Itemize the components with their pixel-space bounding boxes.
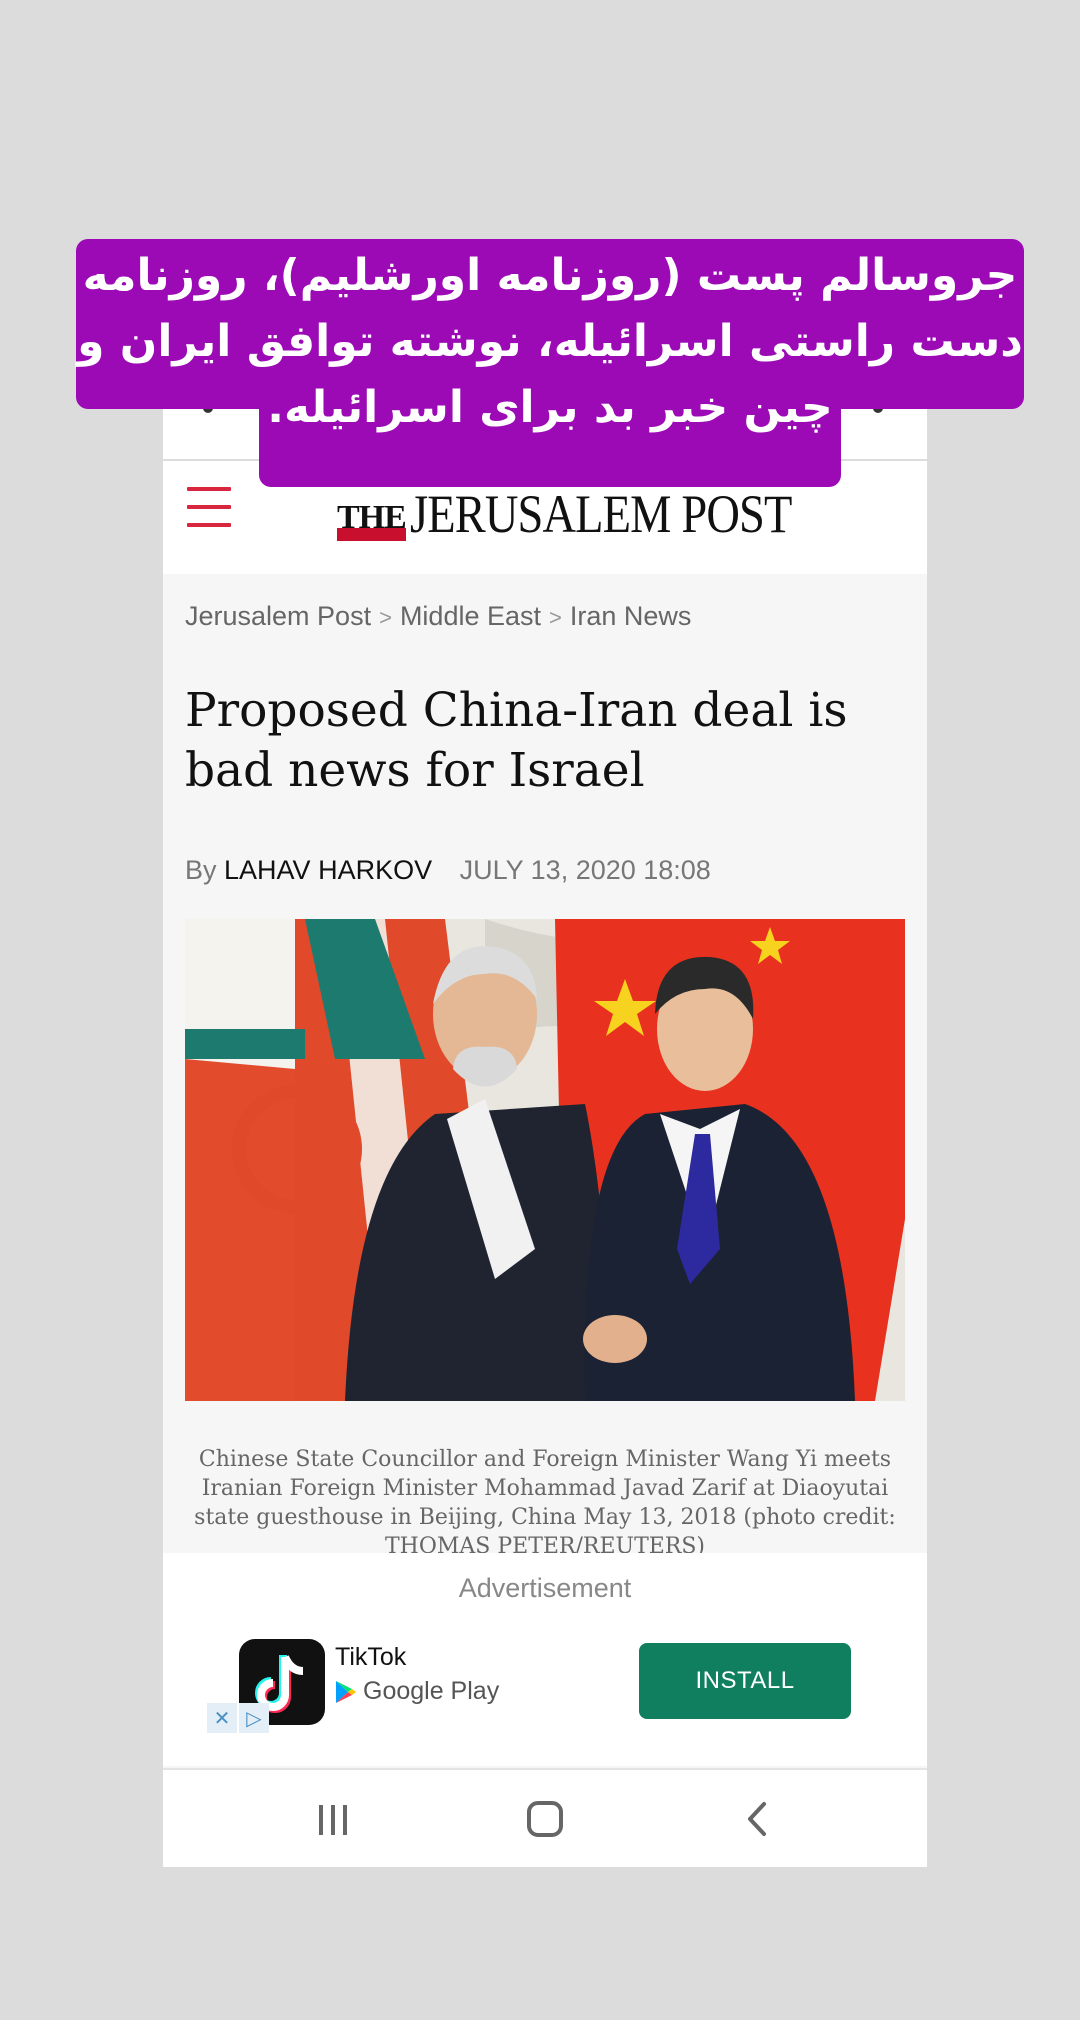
status-dot-icon bbox=[873, 403, 883, 413]
ad-store-label: Google Play bbox=[335, 1677, 499, 1706]
overlay-line-2: دست راستی اسرائیله، نوشته توافق ایران و bbox=[77, 316, 1023, 367]
breadcrumb-item-middle-east[interactable]: Middle East bbox=[400, 601, 541, 631]
logo-name: JERUSALEM POST bbox=[409, 484, 792, 544]
advertisement-label: Advertisement bbox=[458, 1573, 632, 1603]
hamburger-menu-icon[interactable] bbox=[187, 487, 231, 527]
ad-store-name: Google Play bbox=[363, 1677, 500, 1705]
site-logo[interactable]: THE JERUSALEM POST bbox=[337, 481, 853, 541]
author-link[interactable]: LAHAV HARKOV bbox=[224, 855, 432, 885]
site-header: THE JERUSALEM POST bbox=[163, 461, 927, 574]
home-icon[interactable] bbox=[515, 1794, 575, 1844]
google-play-icon bbox=[336, 1680, 356, 1703]
overlay-line-1: جروسالم پست (روزنامه اورشلیم)، روزنامه bbox=[82, 250, 1018, 301]
status-dot-icon bbox=[203, 403, 213, 413]
breadcrumb-item-iran-news[interactable]: Iran News bbox=[570, 601, 692, 631]
advertisement-area: Advertisement TikTok Google Play INSTALL… bbox=[163, 1553, 927, 1766]
close-icon[interactable]: ✕ bbox=[207, 1703, 237, 1733]
image-caption: Chinese State Councillor and Foreign Min… bbox=[194, 1447, 896, 1559]
status-bar bbox=[163, 393, 927, 461]
install-button[interactable]: INSTALL bbox=[639, 1643, 851, 1719]
chevron-right-icon: > bbox=[549, 605, 562, 630]
ad-controls: ✕ ▷ bbox=[207, 1703, 271, 1733]
system-navigation-bar bbox=[163, 1768, 927, 1867]
article-headline: Proposed China-Iran deal is bad news for… bbox=[185, 683, 848, 798]
breadcrumb: Jerusalem Post > Middle East > Iran News bbox=[185, 601, 691, 632]
back-icon[interactable] bbox=[728, 1794, 788, 1844]
by-label: By bbox=[185, 855, 217, 885]
chevron-right-icon: > bbox=[379, 605, 392, 630]
recent-apps-icon[interactable] bbox=[303, 1794, 363, 1844]
phone-screen: THE JERUSALEM POST Jerusalem Post > Middle… bbox=[163, 393, 927, 1867]
byline: By LAHAV HARKOV JULY 13, 2020 18:08 bbox=[185, 855, 711, 886]
logo-prefix: THE bbox=[337, 501, 407, 541]
breadcrumb-item-jerusalem-post[interactable]: Jerusalem Post bbox=[185, 601, 371, 631]
publish-date: JULY 13, 2020 18:08 bbox=[459, 855, 711, 885]
ad-app-name[interactable]: TikTok bbox=[335, 1643, 406, 1672]
hero-image bbox=[185, 919, 905, 1401]
adchoices-icon[interactable]: ▷ bbox=[239, 1703, 269, 1733]
